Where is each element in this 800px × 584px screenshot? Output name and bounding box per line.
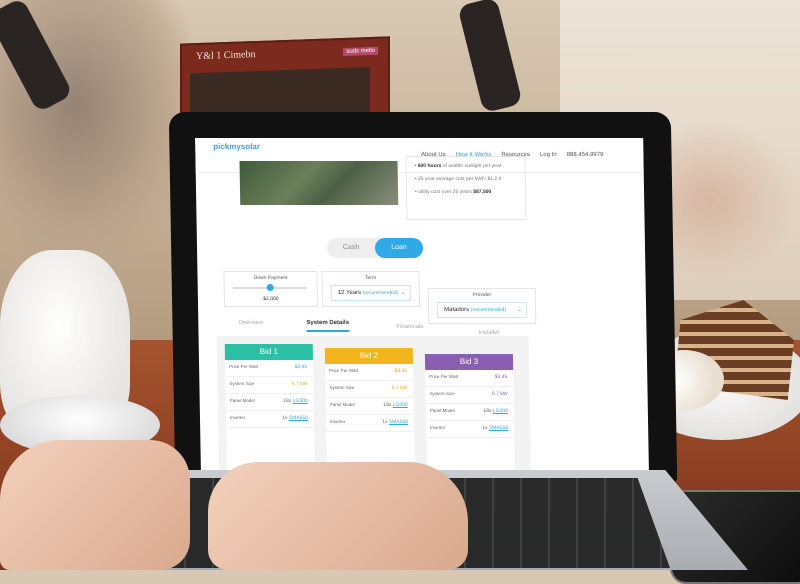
bid-row-inverter: Inverter 1x SMA550 — [325, 415, 415, 432]
lamp-center — [457, 0, 523, 114]
down-payment-control: Down Payment $2,000 — [223, 271, 319, 307]
placard-text: Y&l 1 Cimebn — [196, 49, 256, 63]
panel-link[interactable]: LG300 — [393, 402, 408, 408]
chevron-down-icon: ⌄ — [400, 290, 406, 296]
right-hand — [208, 462, 468, 570]
bid-row-price: Price Per Watt $3.45 — [425, 370, 514, 387]
detail-tabs: Overview System Details Financials Insta… — [238, 320, 558, 336]
term-value: 12 Years — [337, 290, 362, 296]
payment-toggle: Cash Loan — [326, 238, 424, 258]
down-payment-slider-handle[interactable] — [266, 284, 274, 291]
bid-row-inverter: Inverter 1x SMA550 — [426, 421, 515, 438]
inverter-link[interactable]: SMA550 — [289, 415, 308, 421]
term-control: Term 12 Years (recommended) ⌄ — [321, 271, 421, 307]
bid-title: Bid 2 — [324, 348, 414, 364]
bid-row-price: Price Per Watt $3.45 — [224, 360, 314, 377]
bid-title: Bid 3 — [424, 354, 514, 370]
laptop-screen: pickmysolar About Us How It Works Resour… — [195, 138, 649, 470]
bid-card-1[interactable]: Bid 1 Price Per Watt $3.45 System Size 6.7… — [224, 344, 315, 470]
term-select[interactable]: 12 Years (recommended) ⌄ — [330, 285, 411, 301]
inverter-link[interactable]: SMA550 — [389, 419, 408, 425]
toggle-cash[interactable]: Cash — [327, 238, 375, 258]
provider-recommended: (recommended) — [470, 307, 507, 313]
bid-card-3[interactable]: Bid 3 Price Per Watt $3.45 System Size 6.7… — [424, 354, 516, 470]
term-label: Term — [364, 275, 377, 281]
provider-value: Matadors — [444, 307, 470, 313]
panel-link[interactable]: LG300 — [293, 398, 308, 404]
toggle-loan[interactable]: Loan — [374, 238, 424, 258]
nav-login[interactable]: Log In — [540, 152, 557, 158]
left-hand — [0, 440, 190, 570]
bid-card-2[interactable]: Bid 2 Price Per Watt $3.45 System Size 6.7… — [324, 348, 416, 470]
site-logo[interactable]: pickmysolar — [213, 142, 260, 151]
bid-row-panel: Panel Model 18x LG300 — [425, 404, 515, 421]
bid-row-size: System Size 6.7 kW — [425, 387, 514, 404]
bid-row-size: System Size 6.7 kW — [225, 377, 314, 394]
satellite-map — [239, 161, 399, 205]
bid-title: Bid 1 — [224, 344, 313, 360]
placard-tag: suds mello — [343, 46, 378, 56]
tab-financials[interactable]: Financials — [396, 324, 423, 330]
down-payment-value: $2,000 — [263, 296, 279, 302]
stat-utility-cost: • utility cost over 25 years $87,500 — [414, 189, 492, 195]
stat-sunlight: • 600 hours of usable sunlight per year — [414, 163, 502, 169]
chevron-down-icon: ⌄ — [517, 307, 523, 313]
bid-row-inverter: Inverter 1x SMA550 — [225, 411, 315, 428]
bid-row-price: Price Per Watt $3.45 — [325, 364, 414, 381]
tab-system-details[interactable]: System Details — [306, 320, 350, 332]
bid-row-panel: Panel Model 18x LG300 — [325, 398, 414, 415]
inverter-link[interactable]: SMA550 — [489, 425, 508, 431]
stat-cost-per-kwh: • 25 year average cost per kWh: $1.2 ¢ — [414, 176, 502, 182]
tab-overview[interactable]: Overview — [238, 320, 263, 326]
bids-panel: Bid 1 Price Per Watt $3.45 System Size 6.7… — [216, 336, 532, 470]
down-payment-label: Down Payment — [253, 275, 288, 281]
provider-label: Provider — [472, 292, 492, 298]
nav-phone[interactable]: 888.454.9979 — [567, 152, 604, 158]
provider-select[interactable]: Matadors (recommended) ⌄ — [436, 302, 528, 318]
bid-row-panel: Panel Model 18x LG300 — [225, 394, 314, 411]
provider-control: Provider Matadors (recommended) ⌄ — [427, 288, 537, 324]
stats-box: • 600 hours of usable sunlight per year … — [405, 156, 527, 220]
panel-link[interactable]: LG300 — [493, 408, 508, 414]
term-recommended: (recommended) — [362, 290, 399, 296]
bid-row-size: System Size 6.7 kW — [325, 381, 414, 398]
